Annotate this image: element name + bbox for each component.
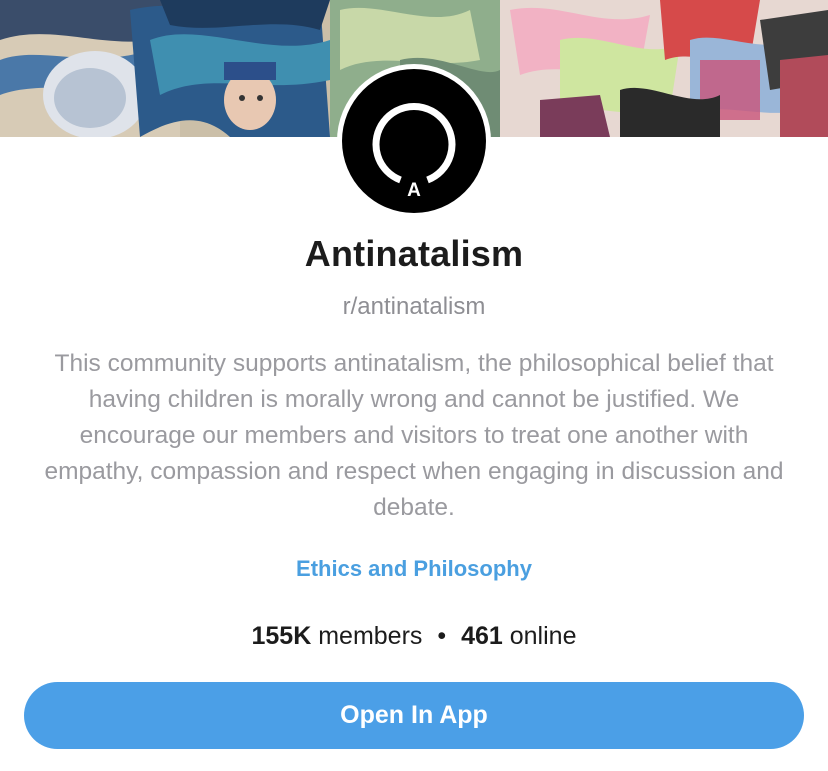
members-count: 155K: [251, 622, 312, 650]
community-title: Antinatalism: [304, 233, 524, 274]
community-stats: 155K members • 461 online: [0, 622, 828, 651]
open-in-app-button[interactable]: Open In App: [24, 682, 804, 749]
community-ring-logo-icon: A: [342, 69, 486, 213]
online-count: 461: [461, 622, 503, 650]
community-handle: r/antinatalism: [342, 293, 486, 320]
community-avatar: A: [337, 64, 491, 218]
members-label: members: [318, 622, 423, 650]
community-description: This community supports antinatalism, th…: [44, 350, 784, 521]
community-page: A Antinatalism r/antinatalism This commu…: [0, 0, 828, 771]
avatar-letter: A: [407, 180, 421, 201]
category-link[interactable]: Ethics and Philosophy: [0, 556, 828, 582]
stats-separator: •: [437, 622, 447, 650]
online-label: online: [509, 622, 577, 650]
